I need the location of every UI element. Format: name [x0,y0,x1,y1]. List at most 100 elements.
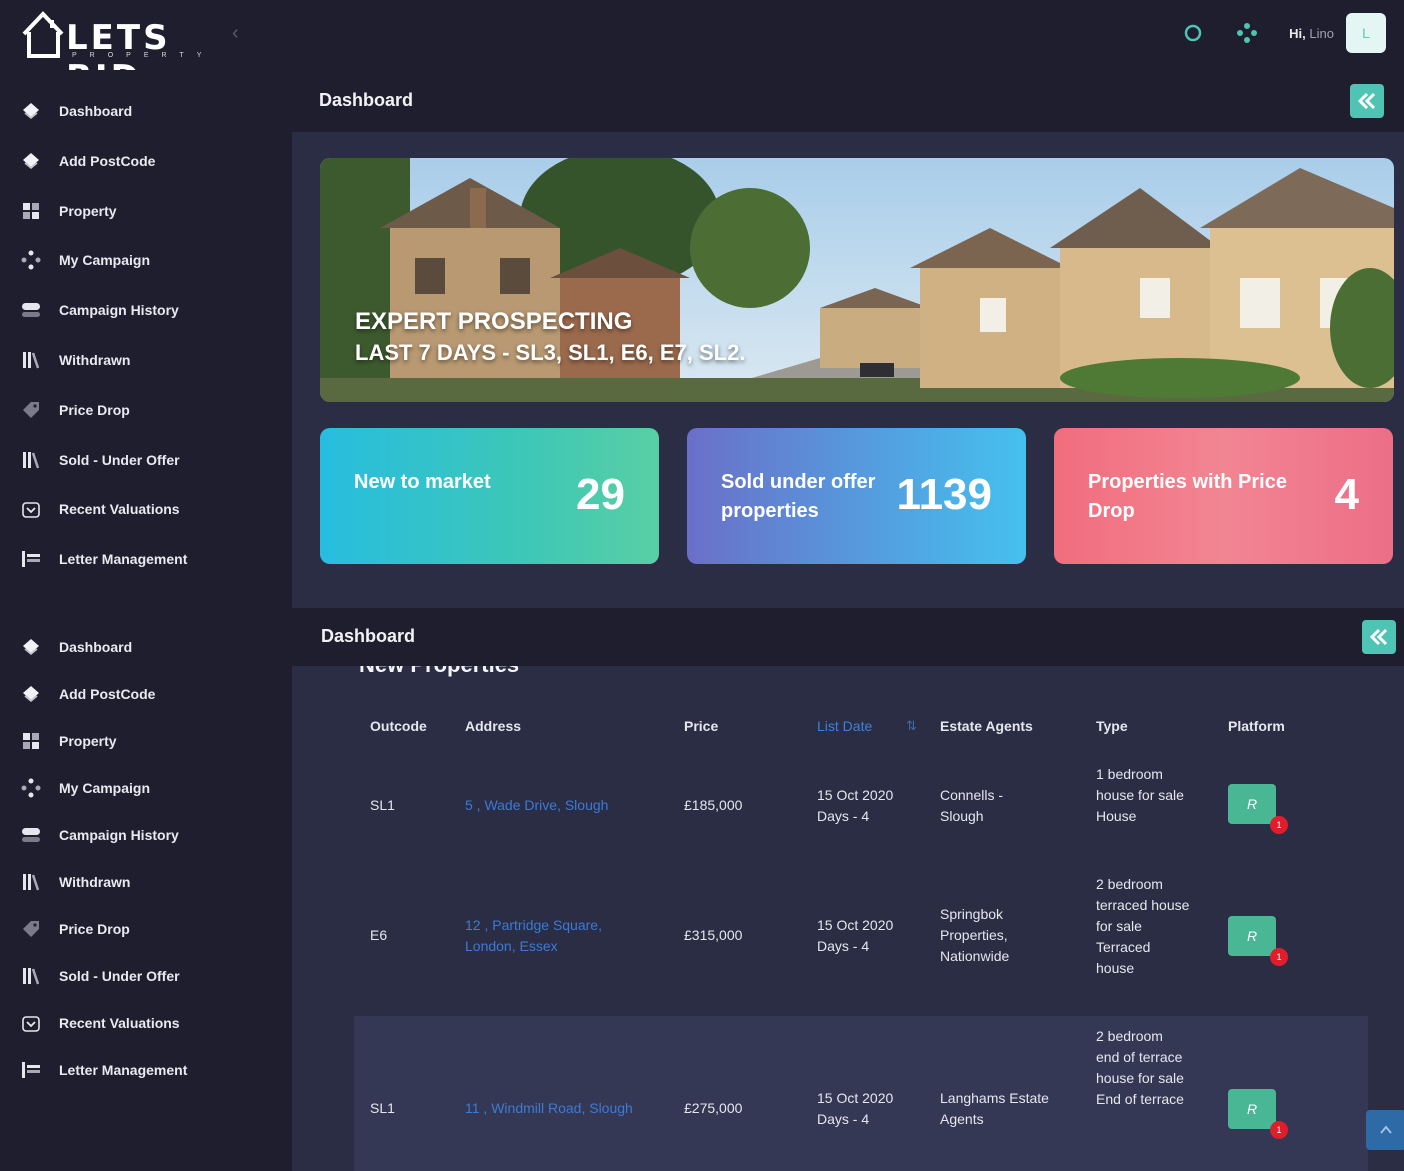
top-header: LETS BID PROPERTY ‹ Hi, Lino L [0,0,1404,98]
list-icon [20,1059,42,1081]
sidebar-item-campaign-history[interactable]: Campaign History [0,293,292,327]
scroll-to-top-button[interactable] [1366,1110,1404,1150]
sidebar-item-label: Add PostCode [59,686,156,702]
address-link[interactable]: 11 , Windmill Road, Slough [465,1098,665,1119]
table-row: E6 12 , Partridge Square, London, Essex … [354,870,1368,1010]
list-date-cell: 15 Oct 2020 [817,917,894,933]
list-icon [20,548,42,570]
table-row: SL1 11 , Windmill Road, Slough £275,000 … [354,1016,1368,1171]
sidebar-collapse-icon[interactable]: ‹ [232,22,239,45]
sidebar-item-dashboard[interactable]: Dashboard [0,94,292,128]
collapse-button[interactable] [1350,84,1384,118]
page-header: Dashboard [292,70,1404,132]
sidebar-item-label: Letter Management [59,551,188,568]
column-header-estate-agents[interactable]: Estate Agents [940,718,1033,734]
column-header-price[interactable]: Price [684,718,718,734]
sidebar-item-price-drop[interactable]: Price Drop [0,912,292,946]
sidebar-item-withdrawn[interactable]: Withdrawn [0,343,292,377]
app-logo[interactable]: LETS BID PROPERTY [20,8,260,98]
sidebar-item-property[interactable]: Property [0,724,292,758]
search-icon[interactable] [1181,21,1205,45]
agent-cell: Langhams Estate Agents [940,1090,1049,1127]
type-cell: 1 bedroom house for sale House [1096,766,1184,824]
days-cell: Days - 4 [817,938,870,954]
column-header-platform[interactable]: Platform [1228,718,1285,734]
user-name: Lino [1309,25,1334,41]
sidebar-item-label: Letter Management [59,1062,188,1078]
column-header-outcode[interactable]: Outcode [370,718,427,734]
download-icon [20,498,42,520]
library-icon [20,449,42,471]
user-greeting: Hi, Lino [1289,26,1334,41]
sidebar-item-label: Price Drop [59,401,130,418]
platform-button[interactable]: R [1228,1089,1276,1129]
list-date-cell: 15 Oct 2020 [817,1090,894,1106]
notification-badge: 1 [1270,816,1288,834]
diamond-icon [20,636,42,658]
platform-button[interactable]: R [1228,916,1276,956]
diamond-icon [20,100,42,122]
sidebar-item-label: Withdrawn [59,874,131,890]
column-header-type[interactable]: Type [1096,718,1128,734]
sidebar-item-label: Sold - Under Offer [59,968,180,984]
grid-icon [20,200,42,222]
table-row: SL1 5 , Wade Drive, Slough £185,000 15 O… [354,758,1368,858]
address-link[interactable]: 12 , Partridge Square, London, Essex [465,915,645,957]
column-header-address[interactable]: Address [465,718,521,734]
sidebar-item-recent-valuations[interactable]: Recent Valuations [0,1006,292,1040]
banner-heading: EXPERT PROSPECTING [355,308,633,335]
stat-value: 4 [1334,470,1359,519]
sidebar-item-property[interactable]: Property [0,194,292,228]
sidebar: Dashboard Add PostCode Property My Campaign… [0,70,292,1171]
type-cell: 2 bedroom terraced house for sale Terrac… [1096,876,1190,976]
section-header: Dashboard [292,608,1404,666]
toggle-icon [20,824,42,846]
network-icon [20,249,42,271]
sidebar-item-letter-management[interactable]: Letter Management [0,1053,292,1087]
sidebar-item-recent-valuations[interactable]: Recent Valuations [0,492,292,526]
address-link[interactable]: 5 , Wade Drive, Slough [465,795,665,816]
sidebar-item-my-campaign[interactable]: My Campaign [0,771,292,805]
sidebar-item-label: Sold - Under Offer [59,451,180,468]
sidebar-item-dashboard[interactable]: Dashboard [0,630,292,664]
greeting-text: Hi, [1289,25,1306,41]
sort-icon[interactable]: ⇅ [906,718,917,734]
sidebar-item-add-postcode[interactable]: Add PostCode [0,677,292,711]
stat-value: 29 [576,470,625,519]
network-icon [20,777,42,799]
sidebar-item-my-campaign[interactable]: My Campaign [0,243,292,277]
collapse-button[interactable] [1362,620,1396,654]
download-icon [20,1012,42,1034]
sidebar-item-price-drop[interactable]: Price Drop [0,393,292,427]
days-cell: Days - 4 [817,808,870,824]
sidebar-item-label: Add PostCode [59,152,156,169]
grid-icon [20,730,42,752]
user-avatar[interactable]: L [1346,13,1386,53]
sidebar-item-letter-management[interactable]: Letter Management [0,542,292,576]
stat-card-price-drop[interactable]: Properties with Price Drop 4 [1054,428,1393,564]
sidebar-item-label: My Campaign [59,252,151,269]
sidebar-item-label: Recent Valuations [59,1015,180,1031]
days-cell: Days - 4 [817,1111,870,1127]
sidebar-item-label: Dashboard [59,639,133,655]
diamond-icon [20,150,42,172]
main-content: Dashboard EXPERT PROSPECTING LAST 7 DAYS… [292,70,1404,1171]
price-cell: £275,000 [684,1100,743,1116]
column-header-list-date[interactable]: List Date [817,718,872,734]
sidebar-item-sold-under-offer[interactable]: Sold - Under Offer [0,959,292,993]
house-logo-icon [22,11,64,58]
stat-value: 1139 [896,470,992,519]
stat-card-sold-under-offer[interactable]: Sold under offer properties 1139 [687,428,1026,564]
stat-card-new-to-market[interactable]: New to market 29 [320,428,659,564]
platform-button[interactable]: R [1228,784,1276,824]
sidebar-item-withdrawn[interactable]: Withdrawn [0,865,292,899]
sidebar-item-sold-under-offer[interactable]: Sold - Under Offer [0,443,292,477]
header-actions: Hi, Lino L [1181,12,1386,54]
price-cell: £185,000 [684,797,743,813]
section-title: Dashboard [321,626,416,646]
apps-icon[interactable] [1235,21,1259,45]
list-date-cell: 15 Oct 2020 [817,787,894,803]
sidebar-item-campaign-history[interactable]: Campaign History [0,818,292,852]
banner-subheading: LAST 7 DAYS - SL3, SL1, E6, E7, SL2. [355,340,746,365]
sidebar-item-add-postcode[interactable]: Add PostCode [0,144,292,178]
